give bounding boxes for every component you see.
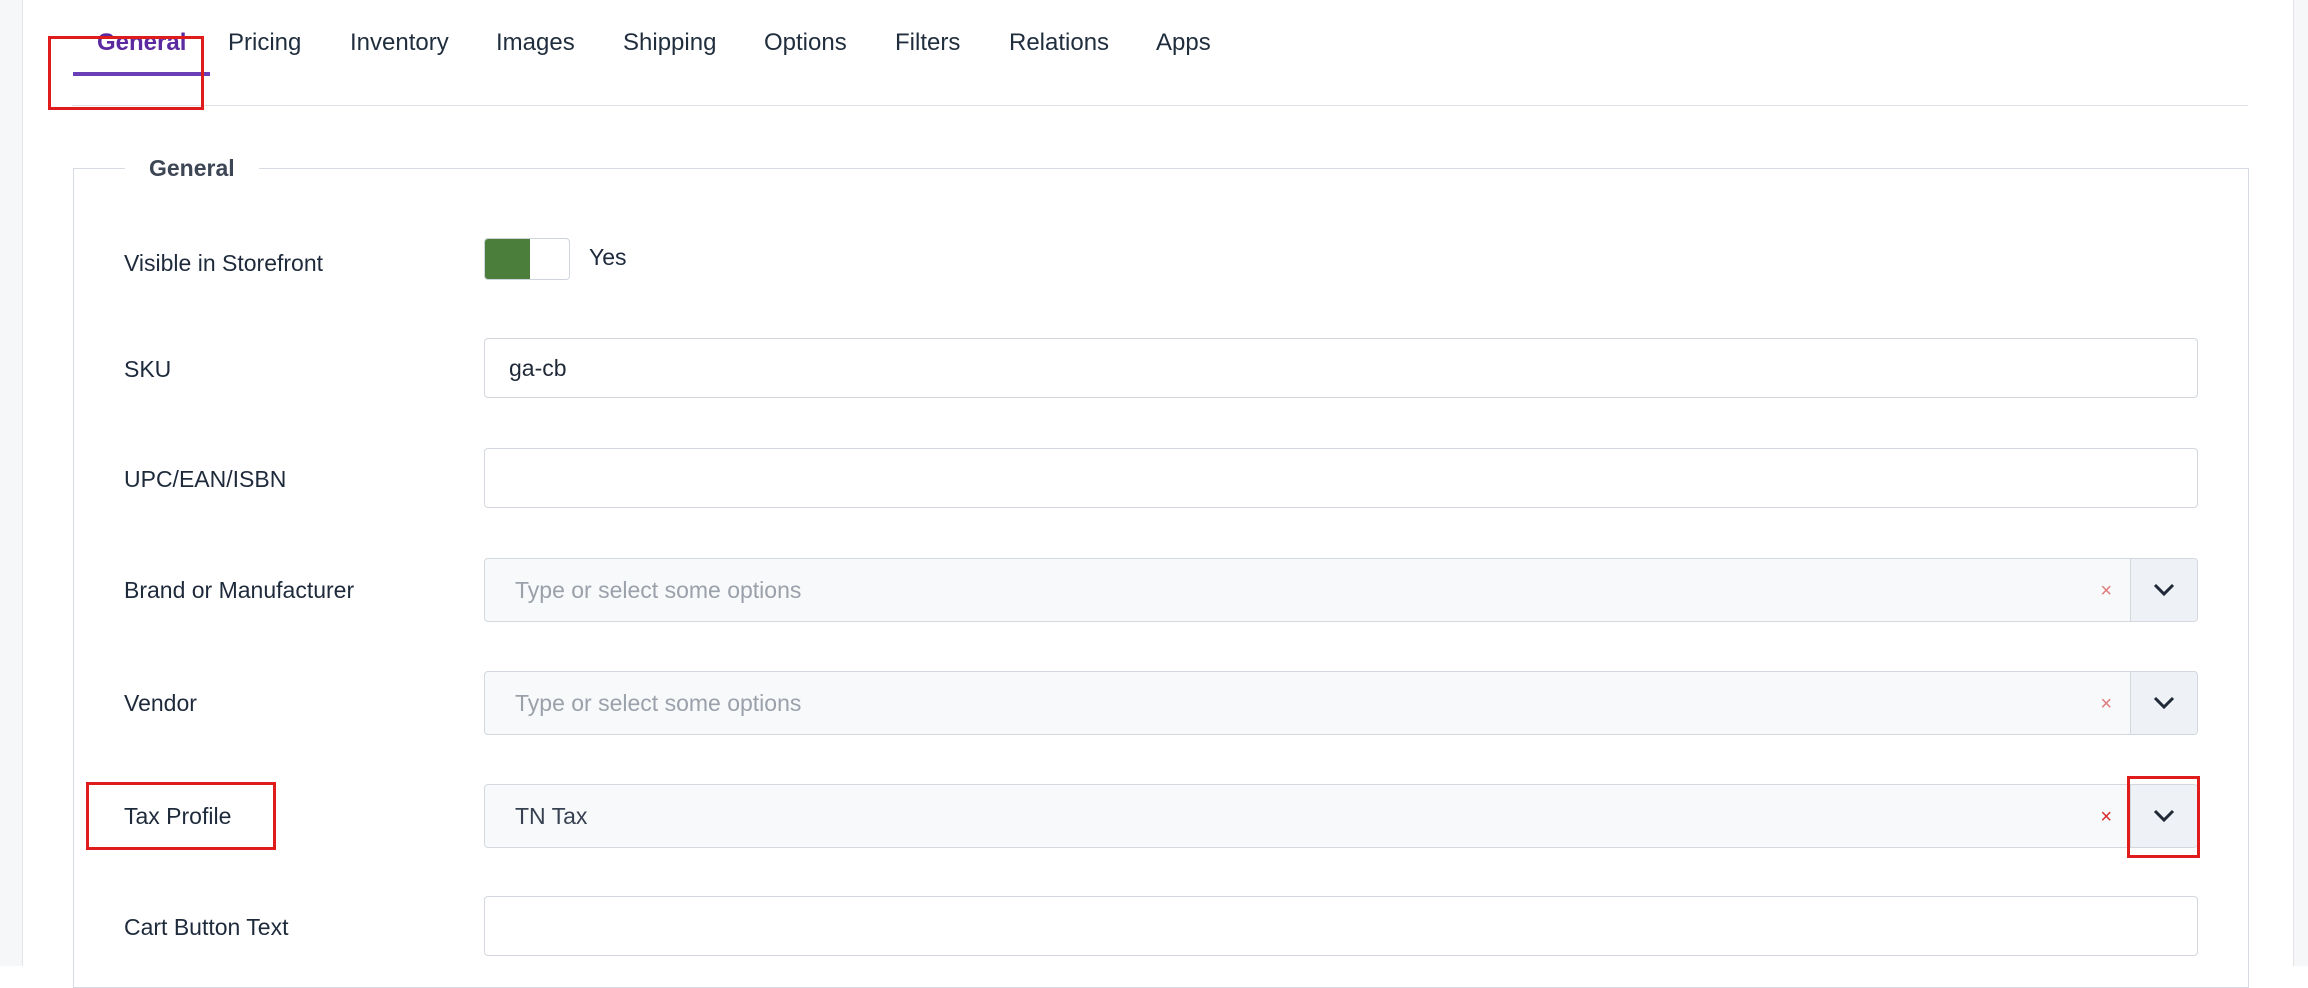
tab-inventory[interactable]: Inventory bbox=[350, 0, 449, 76]
tax-profile-dropdown-toggle[interactable] bbox=[2130, 785, 2197, 847]
tab-apps-label: Apps bbox=[1156, 29, 1211, 56]
tab-options-label: Options bbox=[764, 29, 847, 56]
vendor-dropdown-toggle[interactable] bbox=[2130, 672, 2197, 734]
tax-profile-value: TN Tax bbox=[515, 803, 588, 829]
brand-select[interactable]: Type or select some options × bbox=[484, 558, 2198, 622]
tax-profile-label: Tax Profile bbox=[124, 803, 232, 829]
tab-relations-label: Relations bbox=[1009, 29, 1110, 56]
tab-filters[interactable]: Filters bbox=[895, 0, 960, 76]
tab-relations[interactable]: Relations bbox=[1009, 0, 1109, 76]
tab-filters-label: Filters bbox=[895, 29, 961, 56]
active-tab-indicator bbox=[73, 72, 211, 76]
brand-placeholder: Type or select some options bbox=[515, 577, 802, 603]
section-legend: General bbox=[125, 152, 259, 184]
vendor-placeholder: Type or select some options bbox=[515, 690, 802, 716]
tab-pricing-label: Pricing bbox=[228, 29, 302, 56]
cart-button-text-input[interactable] bbox=[484, 896, 2198, 956]
sku-input[interactable] bbox=[484, 338, 2198, 398]
tabs-divider bbox=[72, 105, 2248, 106]
tab-shipping-label: Shipping bbox=[623, 29, 717, 56]
vendor-label: Vendor bbox=[124, 690, 197, 716]
tab-general[interactable]: General bbox=[73, 0, 211, 76]
vendor-select[interactable]: Type or select some options × bbox=[484, 671, 2198, 735]
toggle-on-indicator bbox=[485, 239, 530, 279]
brand-clear-icon[interactable]: × bbox=[2100, 559, 2112, 623]
tab-apps[interactable]: Apps bbox=[1156, 0, 1211, 76]
visible-label: Visible in Storefront bbox=[124, 250, 324, 276]
tax-profile-select[interactable]: TN Tax × bbox=[484, 784, 2198, 848]
visible-toggle-state: Yes bbox=[589, 244, 627, 270]
chevron-down-icon bbox=[2153, 696, 2175, 710]
tab-pricing[interactable]: Pricing bbox=[228, 0, 301, 76]
vendor-clear-icon[interactable]: × bbox=[2100, 672, 2112, 736]
cart-button-text-label: Cart Button Text bbox=[124, 914, 289, 940]
brand-label: Brand or Manufacturer bbox=[124, 577, 355, 603]
sku-label: SKU bbox=[124, 356, 172, 382]
upc-input[interactable] bbox=[484, 448, 2198, 508]
tab-images-label: Images bbox=[496, 29, 575, 56]
tab-options[interactable]: Options bbox=[764, 0, 847, 76]
chevron-down-icon bbox=[2153, 583, 2175, 597]
tab-general-label: General bbox=[97, 29, 187, 56]
tax-profile-clear-icon[interactable]: × bbox=[2100, 785, 2112, 849]
upc-label: UPC/EAN/ISBN bbox=[124, 466, 287, 492]
page-scrollbar-track[interactable] bbox=[2293, 0, 2308, 966]
tab-shipping[interactable]: Shipping bbox=[623, 0, 716, 76]
page-left-edge bbox=[0, 0, 23, 966]
tab-images[interactable]: Images bbox=[496, 0, 575, 76]
brand-dropdown-toggle[interactable] bbox=[2130, 559, 2197, 621]
chevron-down-icon bbox=[2153, 809, 2175, 823]
visible-toggle[interactable] bbox=[484, 238, 570, 280]
tab-inventory-label: Inventory bbox=[350, 29, 449, 56]
